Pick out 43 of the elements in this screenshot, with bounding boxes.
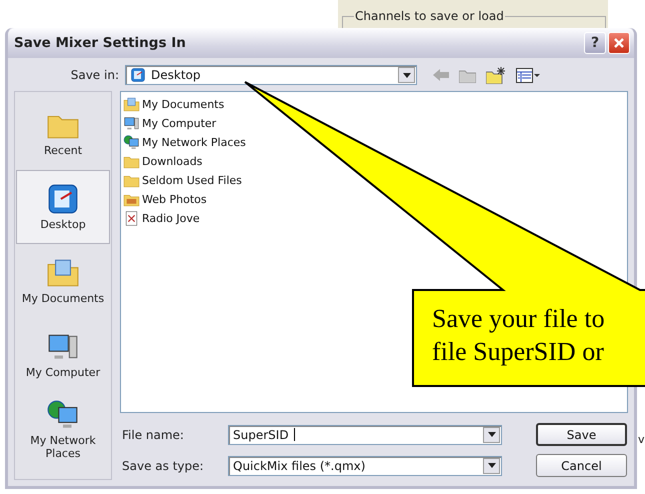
places-item[interactable]: My Network Places [16, 392, 110, 466]
callout-text: Save your file to file SuperSID or [432, 303, 605, 368]
places-item[interactable]: My Documents [16, 244, 110, 318]
save-in-value: Desktop [151, 68, 200, 82]
network-computer-icon [123, 134, 140, 151]
places-item[interactable]: Desktop [16, 170, 110, 244]
computer-icon [123, 115, 140, 132]
desktop-icon [130, 67, 146, 83]
file-name-label: File name: [122, 428, 185, 442]
places-item[interactable]: My Computer [16, 318, 110, 392]
background-text: v [638, 433, 645, 446]
documents-folder-icon [123, 96, 140, 113]
new-folder-button[interactable] [486, 66, 506, 84]
save-in-label: Save in: [70, 68, 120, 82]
dropdown-arrow-icon [488, 463, 496, 468]
dropdown-button[interactable] [398, 67, 415, 83]
places-item[interactable]: Recent [16, 96, 110, 170]
dropdown-arrow-icon [488, 432, 496, 437]
file-item[interactable]: Downloads [142, 155, 202, 168]
view-menu-button[interactable] [516, 68, 540, 82]
help-button[interactable]: ? [584, 32, 606, 54]
cancel-button[interactable]: Cancel [536, 454, 627, 477]
file-item[interactable]: Web Photos [142, 193, 207, 206]
file-item[interactable]: Radio Jove [142, 212, 200, 225]
window-title: Save Mixer Settings In [14, 35, 187, 51]
file-item[interactable]: Seldom Used Files [142, 174, 242, 187]
file-type-dropdown[interactable]: QuickMix files (*.qmx) [228, 456, 502, 476]
dropdown-button[interactable] [483, 458, 500, 474]
file-item[interactable]: My Network Places [142, 136, 246, 149]
close-button[interactable] [608, 32, 630, 54]
save-in-dropdown[interactable]: Desktop [125, 65, 417, 85]
group-label: Channels to save or load [354, 9, 505, 23]
close-icon [613, 37, 625, 49]
dropdown-arrow-icon [402, 72, 410, 78]
dropdown-button[interactable] [483, 426, 500, 442]
save-button[interactable]: Save [536, 423, 627, 446]
shortcut-file-icon [123, 210, 140, 227]
file-item[interactable]: My Documents [142, 98, 224, 111]
file-type-value: QuickMix files (*.qmx) [232, 458, 366, 472]
save-as-type-label: Save as type: [122, 458, 205, 472]
desktop-icon [46, 182, 80, 216]
file-item[interactable]: My Computer [142, 117, 216, 130]
file-name-field[interactable]: SuperSID [228, 424, 502, 444]
